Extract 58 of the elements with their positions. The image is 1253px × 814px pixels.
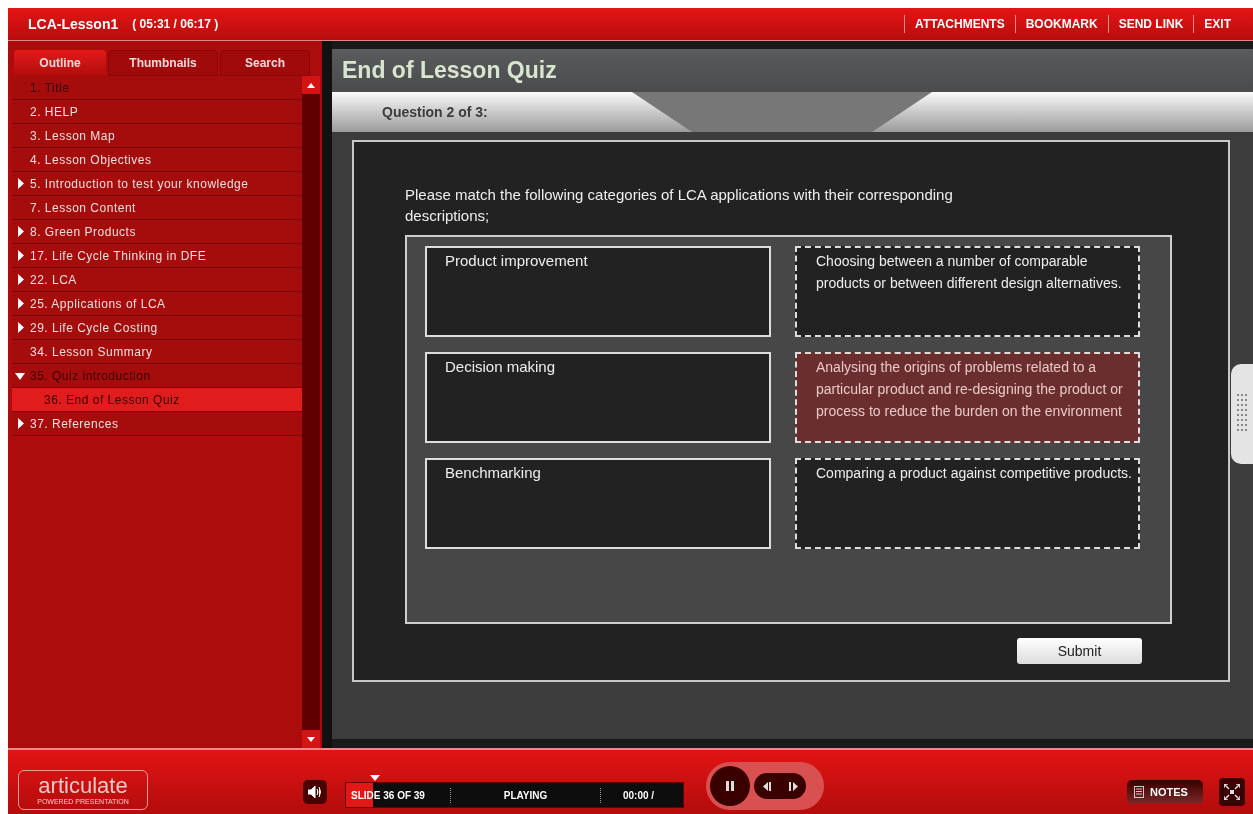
previous-icon[interactable] — [762, 781, 772, 791]
collapsed-triangle-icon[interactable] — [18, 178, 24, 189]
grip-icon[interactable] — [1237, 394, 1247, 434]
description-item[interactable]: Choosing between a number of comparable products or between different design alternatives. — [795, 246, 1140, 337]
side-handle[interactable] — [1231, 364, 1253, 464]
collapsed-triangle-icon[interactable] — [18, 274, 24, 285]
elapsed-time: 00:00 / — [623, 788, 655, 803]
header-link[interactable]: SEND LINK — [1107, 15, 1194, 33]
header-link[interactable]: ATTACHMENTS — [904, 15, 1015, 33]
outline-item[interactable]: 17. Life Cycle Thinking in DFE — [12, 244, 302, 268]
category-item[interactable]: Benchmarking — [425, 458, 771, 549]
outline-item[interactable]: 7. Lesson Content — [12, 196, 302, 220]
category-item[interactable]: Decision making — [425, 352, 771, 443]
outline-item[interactable]: 36. End of Lesson Quiz — [12, 388, 302, 412]
outline-item[interactable]: 4. Lesson Objectives — [12, 148, 302, 172]
logo-text: articulate — [38, 774, 128, 797]
collapsed-triangle-icon[interactable] — [18, 250, 24, 261]
lesson-title: LCA-Lesson1 — [28, 14, 119, 34]
expanded-triangle-icon[interactable] — [15, 373, 25, 380]
outline-item[interactable]: 5. Introduction to test your knowledge — [12, 172, 302, 196]
fullscreen-button[interactable] — [1219, 778, 1245, 806]
scroll-up-icon[interactable] — [307, 82, 315, 88]
header-link[interactable]: EXIT — [1193, 15, 1241, 33]
volume-button[interactable] — [303, 780, 327, 804]
outline-item[interactable]: 2. HELP — [12, 100, 302, 124]
collapsed-triangle-icon[interactable] — [18, 418, 24, 429]
outline-item[interactable]: 34. Lesson Summary — [12, 340, 302, 364]
question-prompt: Please match the following categories of LCA applications with their corresponding descriptions; — [405, 185, 954, 226]
header-link[interactable]: BOOKMARK — [1014, 15, 1108, 33]
collapsed-triangle-icon[interactable] — [18, 226, 24, 237]
speaker-icon — [308, 786, 322, 798]
pause-button[interactable] — [710, 766, 750, 806]
document-icon — [1134, 786, 1144, 798]
description-item[interactable]: Comparing a product against competitive products. — [795, 458, 1140, 549]
playback-status: PLAYING — [451, 787, 601, 803]
outline-item[interactable]: 22. LCA — [12, 268, 302, 292]
outline-item[interactable]: 25. Applications of LCA — [12, 292, 302, 316]
collapsed-triangle-icon[interactable] — [18, 322, 24, 333]
slide-title: End of Lesson Quiz — [342, 56, 557, 86]
outline-item[interactable]: 8. Green Products — [12, 220, 302, 244]
scroll-down-icon[interactable] — [307, 736, 315, 742]
next-icon[interactable] — [788, 781, 798, 791]
outline-item[interactable]: 29. Life Cycle Costing — [12, 316, 302, 340]
outline-item[interactable]: 3. Lesson Map — [12, 124, 302, 148]
sidebar-tab[interactable]: Outline — [14, 50, 106, 76]
lesson-time: ( 05:31 / 06:17 ) — [132, 16, 219, 33]
description-item[interactable]: Analysing the origins of problems related to a particular product and re-designing the product or process to reduce the burden on the environment — [795, 352, 1140, 443]
fullscreen-icon — [1224, 784, 1240, 800]
question-label: Question 2 of 3: — [382, 102, 488, 122]
collapsed-triangle-icon[interactable] — [18, 298, 24, 309]
notes-button[interactable]: NOTES — [1127, 780, 1203, 804]
pause-icon — [726, 781, 734, 791]
sidebar-tab[interactable]: Thumbnails — [108, 50, 218, 76]
submit-button[interactable]: Submit — [1017, 638, 1142, 664]
scrollbar[interactable] — [302, 76, 320, 748]
sidebar-tab[interactable]: Search — [220, 50, 310, 76]
category-item[interactable]: Product improvement — [425, 246, 771, 337]
outline-item[interactable]: 37. References — [12, 412, 302, 436]
